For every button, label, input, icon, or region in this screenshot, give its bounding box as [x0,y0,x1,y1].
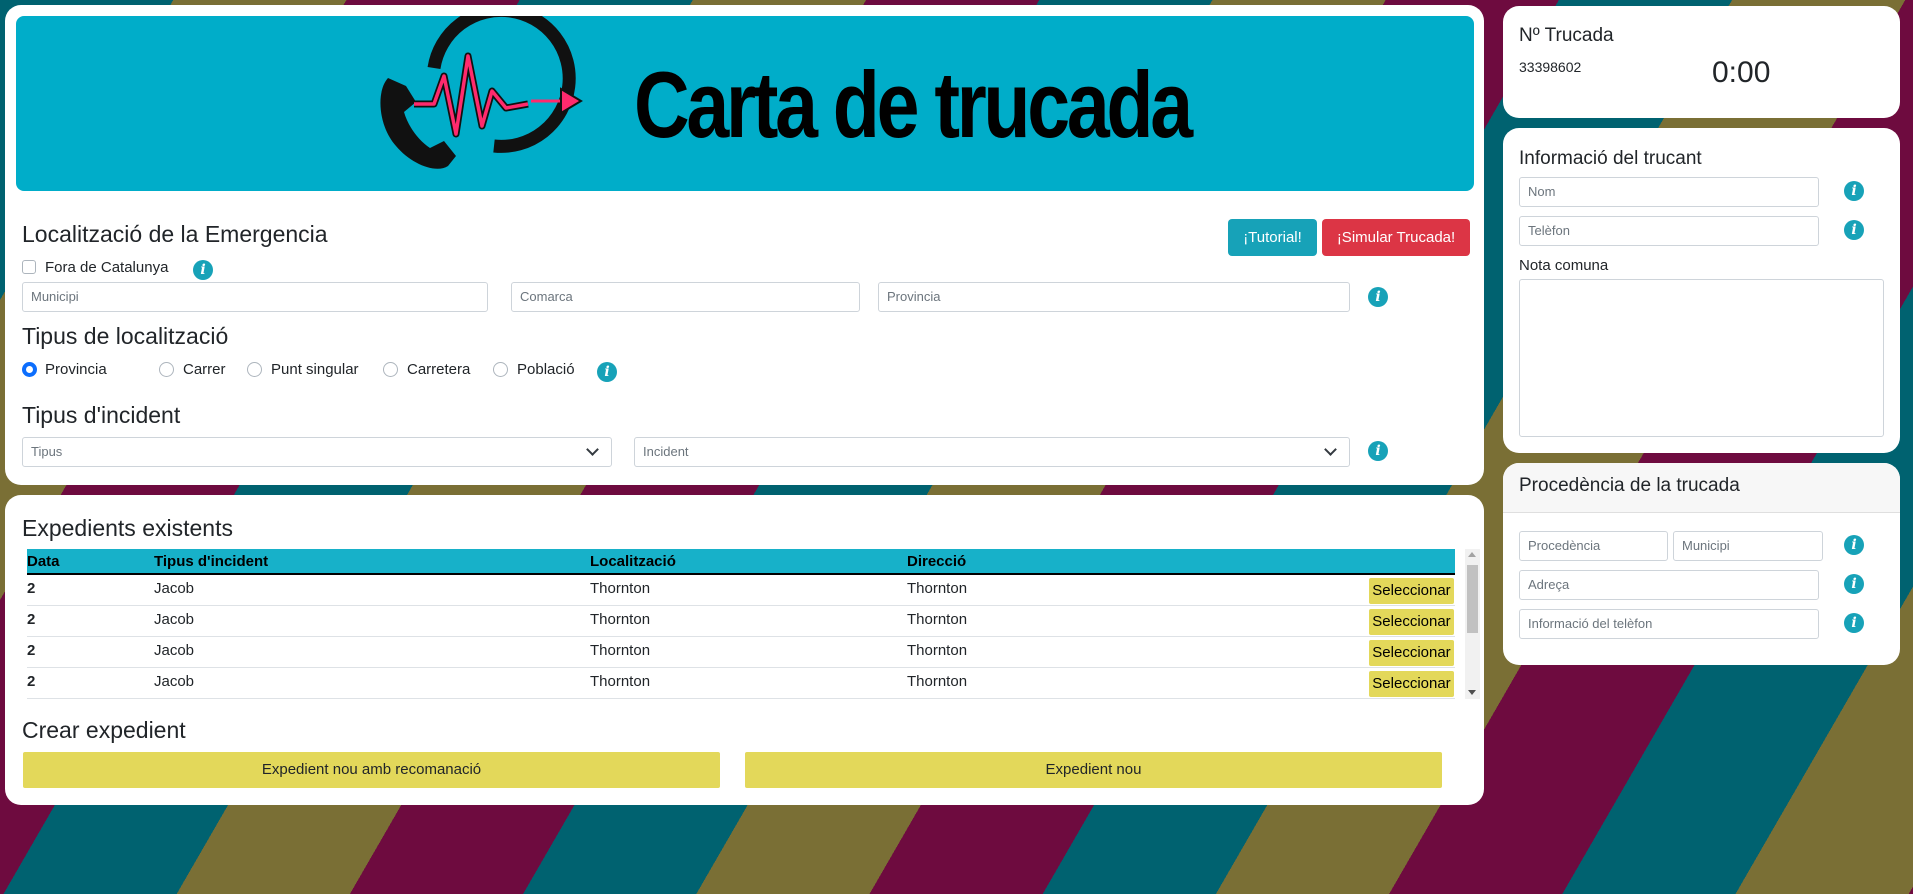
table-scrollbar[interactable] [1465,549,1480,699]
call-number-card: Nº Trucada 33398602 0:00 [1503,6,1900,118]
select-button[interactable]: Seleccionar [1369,578,1454,604]
radio-punt-singular[interactable] [247,362,262,377]
radio-punt-singular-label: Punt singular [271,361,359,378]
table-row: 2 Jacob Thornton Thornton Seleccionar [27,575,1455,606]
cell-incident-type: Jacob [154,642,195,659]
caller-info-heading: Informació del trucant [1519,148,1702,169]
radio-carretera[interactable] [383,362,398,377]
select-button[interactable]: Seleccionar [1369,640,1454,666]
cell-incident-type: Jacob [154,580,195,597]
outside-catalonia-label: Fora de Catalunya [45,259,169,276]
cell-address: Thornton [907,673,968,690]
scrollbar-thumb[interactable] [1467,565,1478,633]
phone-info-input[interactable]: Informació del telèfon [1519,609,1819,639]
cell-location: Thornton [590,642,651,659]
province-input[interactable]: Provincia [878,282,1350,312]
cell-address: Thornton [907,580,968,597]
radio-carrer[interactable] [159,362,174,377]
simulate-call-button[interactable]: ¡Simular Trucada! [1322,219,1470,256]
existing-files-card: Expedients existents Data Tipus d'incide… [5,495,1484,805]
select-button[interactable]: Seleccionar [1369,671,1454,697]
table-row: 2 Jacob Thornton Thornton Seleccionar [27,668,1455,699]
origin-input[interactable]: Procedència [1519,531,1668,561]
emergency-location-card: Carta de trucada Localització de la Emer… [5,5,1484,485]
cell-date: 2 [27,673,36,690]
column-header-incident-type: Tipus d'incident [154,553,269,570]
caller-name-info-icon[interactable]: i [1844,181,1864,201]
cell-incident-type: Jacob [154,673,195,690]
phone-info-info-icon[interactable]: i [1844,613,1864,633]
new-file-with-recommendation-button[interactable]: Expedient nou amb recomanació [23,752,720,788]
call-number-heading: Nº Trucada [1519,25,1614,46]
location-heading: Localització de la Emergencia [22,221,328,247]
radio-carrer-label: Carrer [183,361,226,378]
banner-title: Carta de trucada [634,52,1193,157]
location-info-icon[interactable]: i [1368,287,1388,307]
caller-name-input[interactable]: Nom [1519,177,1819,207]
radio-provincia[interactable] [22,362,37,377]
cell-date: 2 [27,611,36,628]
caller-info-card: Informació del trucant Nom i Telèfon i N… [1503,128,1900,453]
cell-date: 2 [27,580,36,597]
existing-files-table: Data Tipus d'incident Localització Direc… [27,549,1455,699]
scroll-down-icon[interactable] [1468,690,1476,695]
location-type-info-icon[interactable]: i [597,362,617,382]
cell-location: Thornton [590,673,651,690]
type-select-value: Tipus [31,444,63,459]
table-row: 2 Jacob Thornton Thornton Seleccionar [27,637,1455,668]
radio-carretera-label: Carretera [407,361,471,378]
address-input[interactable]: Adreça [1519,570,1819,600]
cell-address: Thornton [907,611,968,628]
incident-type-heading: Tipus d'incident [22,402,181,428]
table-header: Data Tipus d'incident Localització Direc… [27,549,1455,575]
header-banner: Carta de trucada [16,16,1474,191]
chevron-down-icon [586,443,599,456]
cell-incident-type: Jacob [154,611,195,628]
origin-info-icon[interactable]: i [1844,535,1864,555]
incident-select[interactable]: Incident [634,437,1350,467]
radio-poblacio[interactable] [493,362,508,377]
scroll-up-icon[interactable] [1468,552,1476,557]
type-select[interactable]: Tipus [22,437,612,467]
column-header-address: Direcció [907,553,967,570]
tutorial-button[interactable]: ¡Tutorial! [1228,219,1317,256]
call-origin-heading: Procedència de la trucada [1519,475,1740,496]
column-header-location: Localització [590,553,676,570]
select-button[interactable]: Seleccionar [1369,609,1454,635]
chevron-down-icon [1324,443,1337,456]
cell-address: Thornton [907,642,968,659]
radio-provincia-label: Provincia [45,361,107,378]
origin-municipality-input[interactable]: Municipi [1673,531,1823,561]
radio-poblacio-label: Població [517,361,575,378]
caller-phone-info-icon[interactable]: i [1844,220,1864,240]
create-file-heading: Crear expedient [22,717,186,743]
shared-note-label: Nota comuna [1519,257,1609,274]
county-input[interactable]: Comarca [511,282,860,312]
outside-catalonia-checkbox[interactable] [22,260,36,274]
shared-note-textarea[interactable] [1519,279,1884,437]
location-type-heading: Tipus de localització [22,323,229,349]
call-number-value: 33398602 [1519,59,1582,75]
call-timer: 0:00 [1712,56,1771,89]
outside-catalonia-info-icon[interactable]: i [193,260,213,280]
municipality-input[interactable]: Municipi [22,282,488,312]
cell-date: 2 [27,642,36,659]
address-info-icon[interactable]: i [1844,574,1864,594]
existing-files-heading: Expedients existents [22,515,233,541]
cell-location: Thornton [590,611,651,628]
table-row: 2 Jacob Thornton Thornton Seleccionar [27,606,1455,637]
column-header-date: Data [27,553,60,570]
call-origin-card: Procedència de la trucada Procedència Mu… [1503,463,1900,665]
incident-type-info-icon[interactable]: i [1368,441,1388,461]
caller-phone-input[interactable]: Telèfon [1519,216,1819,246]
new-file-button[interactable]: Expedient nou [745,752,1442,788]
incident-select-value: Incident [643,444,689,459]
cell-location: Thornton [590,580,651,597]
